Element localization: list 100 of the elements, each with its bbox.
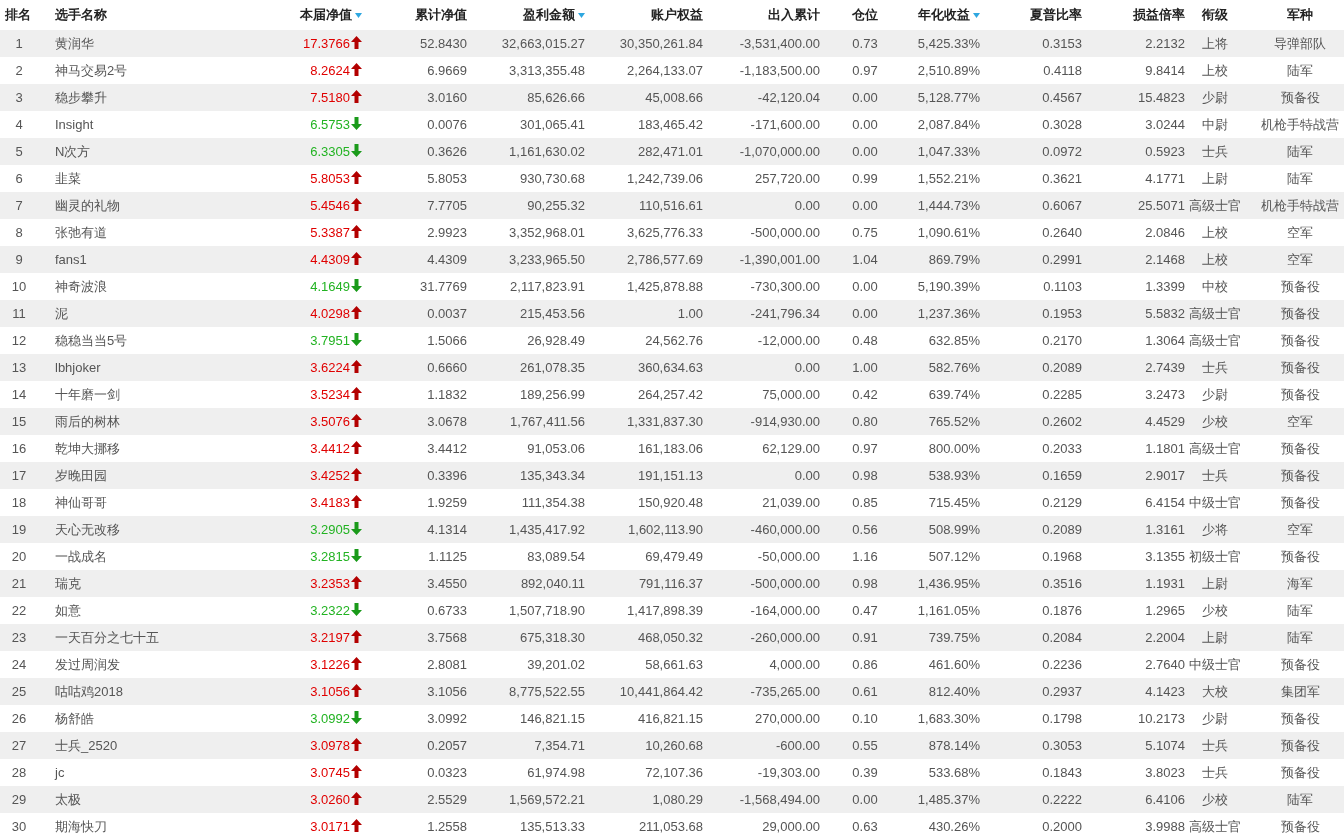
table-cell: -460,000.00 [750,522,820,537]
table-cell: 0.5923 [1145,144,1185,159]
column-header: 出入累计 [768,6,820,24]
table-cell: 135,343.34 [519,468,585,483]
table-cell: 2.7439 [1145,360,1185,375]
table-cell: 太极 [55,790,81,809]
table-cell: 0.1798 [1042,711,1082,726]
table-cell: 3.4412 [310,441,350,456]
table-cell: 瑞克 [55,574,81,593]
table-cell: 0.6733 [427,603,467,618]
table-cell: 715.45% [928,495,980,510]
table-cell: 1,161,630.02 [509,144,585,159]
table-cell: 上尉 [1202,628,1228,647]
table-cell: 0.42 [852,387,878,402]
table-cell: 空军 [1287,412,1313,431]
table-cell: 4.1771 [1145,171,1185,186]
table-cell: 少尉 [1202,385,1228,404]
table-cell: 3.5076 [310,414,350,429]
table-cell: 2,786,577.69 [627,252,703,267]
table-cell: 上校 [1202,223,1228,242]
table-cell: 少校 [1202,601,1228,620]
table-cell: 3.0160 [427,90,467,105]
table-cell: 0.1659 [1042,468,1082,483]
column-header[interactable]: 本届净值 [300,6,352,24]
table-cell: 0.98 [852,576,878,591]
table-cell: 183,465.42 [637,117,703,132]
table-cell: 264,257.42 [637,387,703,402]
table-cell: -1,183,500.00 [739,63,820,78]
table-cell: 18 [11,495,27,510]
table-cell: 上尉 [1202,574,1228,593]
table-cell: 5.8053 [427,171,467,186]
column-header: 军种 [1287,6,1313,24]
table-cell: 3.4183 [310,495,350,510]
table-cell: -500,000.00 [750,576,820,591]
table-cell: 发过周润发 [55,655,120,674]
table-cell: 期海快刀 [55,817,107,836]
table-cell: 1.1832 [427,387,467,402]
table-cell: 930,730.68 [519,171,585,186]
table-cell: 1,425,878.88 [627,279,703,294]
table-cell: 0.85 [852,495,878,510]
table-cell: 1.3399 [1145,279,1185,294]
table-cell: 0.3516 [1042,576,1082,591]
column-header[interactable]: 盈利金额 [523,6,575,24]
table-cell: 高级士官 [1189,331,1241,350]
table-cell: 预备役 [1280,466,1320,485]
table-cell: 800.00% [928,441,980,456]
table-cell: 中尉 [1202,115,1228,134]
table-cell: 6.4106 [1145,792,1185,807]
sort-icon[interactable] [355,12,362,18]
table-cell: 632.85% [928,333,980,348]
table-cell: 0.3396 [427,468,467,483]
table-cell: 1.1125 [428,549,467,564]
table-cell: -19,303.00 [757,765,820,780]
table-cell: 陆军 [1287,601,1313,620]
table-cell: 上将 [1202,34,1228,53]
table-cell: 4.4529 [1145,414,1185,429]
table-cell: 25 [11,684,27,699]
table-cell: 0.0037 [427,306,467,321]
table-cell: 上尉 [1202,169,1228,188]
sort-icon[interactable] [973,12,980,18]
table-cell: 2,117,823.91 [510,279,585,294]
table-cell: 少校 [1202,412,1228,431]
table-cell: 639.74% [928,387,980,402]
table-cell: 16 [11,441,27,456]
table-cell: 3.2473 [1145,387,1185,402]
table-cell: 869.79% [928,252,980,267]
table-cell: 4.1314 [427,522,467,537]
table-cell: 韭菜 [55,169,81,188]
table-cell: 2.7640 [1145,657,1185,672]
table-cell: 0.48 [852,333,878,348]
table-cell: -1,070,000.00 [739,144,820,159]
table-cell: 岁晚田园 [55,466,107,485]
table-cell: 1,444.73% [917,198,980,213]
sort-icon[interactable] [578,12,585,18]
table-cell: 582.76% [928,360,980,375]
table-cell: 6.3305 [310,144,350,159]
table-cell: -735,265.00 [750,684,820,699]
table-cell: 0.99 [852,171,878,186]
table-cell: 咕咕鸡2018 [55,682,123,701]
table-cell: 4.1423 [1145,684,1185,699]
column-header[interactable]: 年化收益 [918,6,970,24]
table-cell: 765.52% [928,414,980,429]
table-cell: 10,260.68 [645,738,703,753]
table-cell: 1,435,417.92 [509,522,585,537]
table-cell: 211,053.68 [638,819,703,834]
table-cell: 海军 [1287,574,1313,593]
table-cell: 3.2197 [310,630,350,645]
table-cell: 1.5066 [427,333,467,348]
table-cell: 21,039.00 [762,495,820,510]
table-cell: 3.4252 [310,468,350,483]
table-cell: 9 [15,252,23,267]
table-cell: 52.8430 [420,36,467,51]
table-cell: 189,256.99 [519,387,585,402]
table-cell: 预备役 [1280,655,1320,674]
column-header: 仓位 [852,6,878,24]
table-cell: 3.9988 [1145,819,1185,834]
table-cell: 1,331,837.30 [627,414,703,429]
table-cell: 2.9017 [1145,468,1185,483]
table-cell: 5.4546 [310,198,350,213]
table-cell: 陆军 [1287,61,1313,80]
